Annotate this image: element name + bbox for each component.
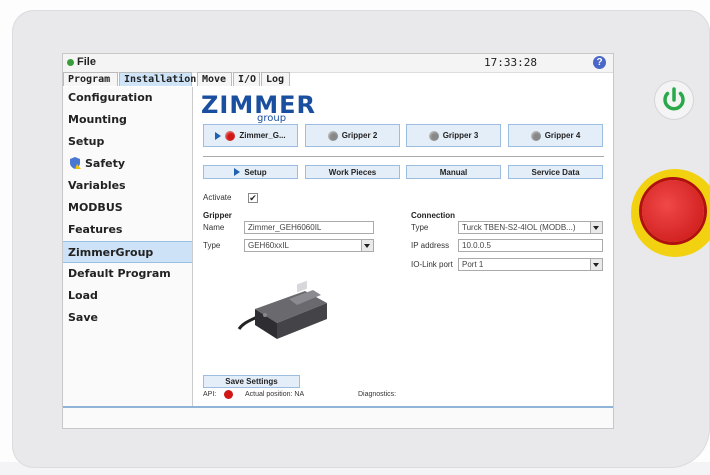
gripper-2-button[interactable]: Gripper 2: [305, 124, 400, 147]
sidebar-item-load[interactable]: Load: [63, 285, 192, 307]
sidebar-item-default-program[interactable]: Default Program: [63, 263, 192, 285]
gripper-section-title: Gripper: [203, 211, 232, 220]
power-icon: [663, 87, 685, 111]
zimmer-panel: ZIMMER group Zimmer_G... Gripper 2 Gripp…: [193, 87, 614, 406]
gripper-status-icon: [225, 130, 236, 141]
actual-position-label: Actual position: NA: [245, 391, 305, 398]
save-settings-button[interactable]: Save Settings: [203, 375, 300, 388]
sidebar-item-zimmergroup[interactable]: ZimmerGroup: [63, 241, 192, 263]
subtab-work-pieces[interactable]: Work Pieces: [305, 165, 400, 179]
connection-section-title: Connection: [411, 211, 455, 220]
api-status-icon: [224, 390, 233, 399]
sidebar-item-modbus[interactable]: MODBUS: [63, 197, 192, 219]
divider: [203, 156, 604, 157]
gripper-type-value: GEH60xxIL: [248, 241, 289, 250]
ip-address-field[interactable]: 10.0.0.5: [458, 239, 603, 252]
sidebar-item-safety[interactable]: Safety: [63, 153, 192, 175]
bottom-bar: [63, 408, 613, 428]
gripper-name-label: Name: [203, 223, 225, 232]
gripper-status-icon: [530, 130, 541, 141]
pendant-screen: File 17:33:28 ? Program Installation Mov…: [62, 53, 614, 429]
gripper-name-field[interactable]: Zimmer_GEH6060IL: [244, 221, 374, 234]
gripper-1-button[interactable]: Zimmer_G...: [203, 124, 298, 147]
tab-move[interactable]: Move: [197, 72, 232, 86]
sidebar-item-mounting[interactable]: Mounting: [63, 109, 192, 131]
gripper-status-icon: [428, 130, 439, 141]
sidebar-item-label: Safety: [85, 157, 126, 170]
sidebar-item-features[interactable]: Features: [63, 219, 192, 241]
gripper-status-icon: [327, 130, 338, 141]
logo-subtext: group: [257, 113, 287, 124]
gripper-label: Gripper 4: [544, 131, 581, 140]
help-icon[interactable]: ?: [593, 56, 606, 69]
emergency-stop-button[interactable]: [642, 180, 704, 242]
clock: 17:33:28: [484, 56, 537, 69]
chevron-down-icon: [590, 222, 602, 233]
io-link-port-value: Port 1: [462, 260, 484, 269]
gripper-4-button[interactable]: Gripper 4: [508, 124, 603, 147]
chevron-down-icon: [361, 240, 373, 251]
ip-address-label: IP address: [411, 241, 450, 250]
sidebar-item-setup[interactable]: Setup: [63, 131, 192, 153]
zimmer-logo: ZIMMER group: [201, 93, 315, 127]
io-link-port-label: IO-Link port: [411, 260, 453, 269]
status-bar: API: Actual position: NA Diagnostics:: [203, 390, 603, 402]
connection-type-label: Type: [411, 223, 429, 232]
tab-log[interactable]: Log: [261, 72, 290, 86]
connection-type-value: Turck TBEN-S2-4IOL (MODB...): [462, 223, 576, 232]
chevron-down-icon: [590, 259, 602, 270]
gripper-3-button[interactable]: Gripper 3: [406, 124, 501, 147]
subtab-label: Setup: [244, 167, 267, 177]
tab-io[interactable]: I/O: [233, 72, 260, 86]
gripper-label: Zimmer_G...: [239, 131, 286, 140]
main-tabs: Program Installation Move I/O Log: [63, 72, 613, 87]
gripper-label: Gripper 3: [442, 131, 479, 140]
power-button[interactable]: [655, 81, 693, 119]
sidebar-item-configuration[interactable]: Configuration: [63, 87, 192, 109]
play-arrow-icon: [234, 168, 241, 176]
api-label: API:: [203, 391, 217, 398]
gripper-product-image: [237, 280, 327, 339]
shield-icon: [70, 157, 81, 169]
subtab-setup[interactable]: Setup: [203, 165, 298, 179]
gripper-type-select[interactable]: GEH60xxIL: [244, 239, 374, 252]
gripper-label: Gripper 2: [341, 131, 378, 140]
connection-type-select[interactable]: Turck TBEN-S2-4IOL (MODB...): [458, 221, 603, 234]
subtab-manual[interactable]: Manual: [406, 165, 501, 179]
title-bar: File 17:33:28 ?: [63, 54, 613, 73]
installation-sidebar: Configuration Mounting Setup Safety Vari…: [63, 87, 193, 406]
sidebar-item-save[interactable]: Save: [63, 307, 192, 329]
gripper-type-label: Type: [203, 241, 221, 250]
status-led-icon: [67, 59, 74, 66]
play-arrow-icon: [215, 131, 222, 140]
diagnostics-label: Diagnostics:: [358, 391, 397, 398]
activate-checkbox[interactable]: ✔: [248, 193, 258, 203]
file-menu[interactable]: File: [77, 56, 96, 68]
io-link-port-select[interactable]: Port 1: [458, 258, 603, 271]
sidebar-item-variables[interactable]: Variables: [63, 175, 192, 197]
subtab-service-data[interactable]: Service Data: [508, 165, 603, 179]
tab-installation[interactable]: Installation: [119, 72, 196, 86]
activate-label: Activate: [203, 193, 232, 202]
tab-program[interactable]: Program: [63, 72, 118, 86]
